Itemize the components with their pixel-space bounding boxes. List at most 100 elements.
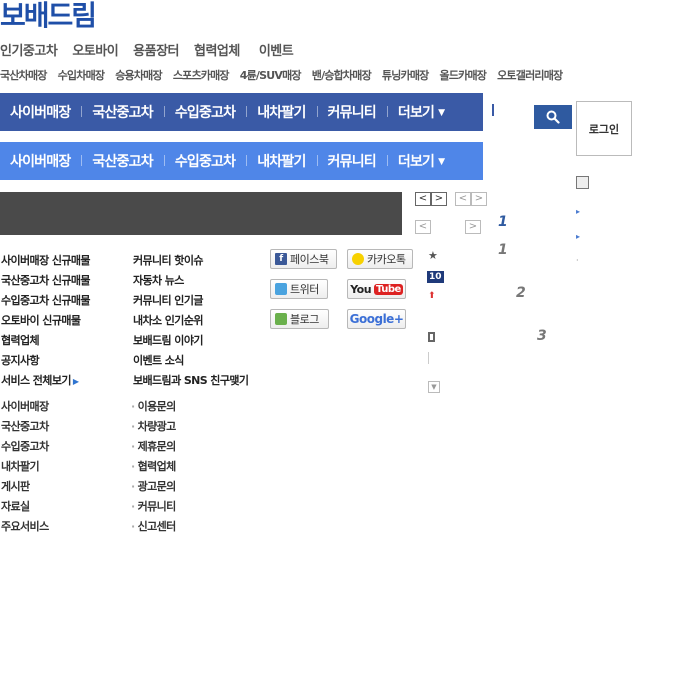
quick-link[interactable]: 국산중고차 신규매물 [1,274,91,294]
footer-link[interactable]: 국산중고차 [1,420,49,440]
search-icon [546,110,560,124]
up-arrow-icon: ⬆ [428,291,436,301]
top-nav-item-motorcycle[interactable]: 오토바이 [72,40,118,59]
dropdown-toggle[interactable]: ▼ [428,381,440,393]
next-button[interactable]: > [465,220,481,234]
quick-link[interactable]: 내차소 인기순위 [133,314,248,334]
menu-item-domestic-used[interactable]: 국산중고차 [81,102,163,122]
footer-link-label: 이용문의 [137,400,177,413]
text-cursor-mark [492,104,494,116]
bullet-icon: · [131,440,135,453]
caret-down-icon: ▼ [438,157,445,167]
footer-link[interactable]: · 커뮤니티 [131,500,176,520]
store-link[interactable]: 수입차매장 [58,67,105,83]
quick-link[interactable]: 커뮤니티 핫이슈 [133,254,248,274]
store-link[interactable]: 승용차매장 [115,67,162,83]
footer-link[interactable]: · 협력업체 [131,460,176,480]
quick-link[interactable]: 보배드림 이야기 [133,334,248,354]
top-nav-item-event[interactable]: 이벤트 [259,40,294,59]
menu-item-community[interactable]: 커뮤니티 [316,151,387,171]
menu-item-more-label: 더보기 [397,105,435,121]
footer-link-label: 제휴문의 [137,440,177,453]
remember-checkbox[interactable] [576,176,589,189]
footer-link[interactable]: · 제휴문의 [131,440,176,460]
footer-link[interactable]: 자료실 [1,500,49,520]
footer-link-label: 신고센터 [137,520,177,533]
footer-link[interactable]: 사이버매장 [1,400,49,420]
footer-link-label: 협력업체 [137,460,177,473]
main-banner[interactable] [0,192,402,235]
menu-item-imported-used[interactable]: 수입중고차 [163,102,246,122]
quick-link[interactable]: 커뮤니티 인기글 [133,294,248,314]
store-link[interactable]: 밴/승합차매장 [312,67,372,83]
facebook-icon: f [275,253,287,265]
menu-item-cyber-store[interactable]: 사이버매장 [0,102,81,122]
facebook-label: 페이스북 [290,253,329,266]
footer-link[interactable]: 주요서비스 [1,520,49,540]
blog-button[interactable]: 블로그 [270,309,329,329]
footer-link[interactable]: · 이용문의 [131,400,176,420]
menu-item-more[interactable]: 더보기 ▼ [386,102,455,122]
quick-link[interactable]: 오토바이 신규매물 [1,314,90,334]
prev-button[interactable]: < [455,192,471,206]
prev-button[interactable]: < [415,192,431,206]
quick-link[interactable]: 자동차 뉴스 [133,274,248,294]
store-link[interactable]: 오토갤러리매장 [497,67,563,83]
bullet-icon: · [576,256,579,265]
menu-item-cyber-store[interactable]: 사이버매장 [0,151,81,171]
store-category-nav: 국산차매장 수입차매장 승용차매장 스포츠카매장 4륜/SUV매장 밴/승합차매… [0,67,563,83]
footer-link[interactable]: 게시판 [1,480,49,500]
menu-item-sell-car[interactable]: 내차팔기 [246,102,316,122]
footer-link[interactable]: · 신고센터 [131,520,176,540]
store-link[interactable]: 국산차매장 [0,67,47,83]
menu-item-more[interactable]: 더보기 ▼ [386,151,455,171]
google-plus-label: Google+ [349,312,404,326]
quick-link[interactable]: 이벤트 소식 [133,354,248,374]
menu-item-sell-car[interactable]: 내차팔기 [246,151,316,171]
next-button[interactable]: > [471,192,487,206]
blog-label: 블로그 [290,313,319,326]
service-all-link[interactable]: 서비스 전체보기 ▶ [1,374,90,394]
store-link[interactable]: 올드카매장 [440,67,487,83]
prev-button[interactable]: < [415,220,431,234]
top-nav-item-popular-cars[interactable]: 인기중고차 [0,40,58,59]
bullet-icon: · [131,520,135,533]
kakaotalk-button[interactable]: 카카오톡 [347,249,413,269]
store-link[interactable]: 4륜/SUV매장 [240,67,302,83]
menu-item-community[interactable]: 커뮤니티 [316,102,387,122]
bullet-icon: · [131,400,135,413]
store-link[interactable]: 튜닝카매장 [382,67,429,83]
bullet-icon: · [131,500,135,513]
site-logo[interactable]: 보배드림 [0,0,97,34]
youtube-button[interactable]: You Tube [347,279,406,299]
google-plus-button[interactable]: Google+ [347,309,406,329]
facebook-button[interactable]: f 페이스북 [270,249,337,269]
search-button[interactable] [534,105,572,129]
footer-links-main: 사이버매장 국산중고차 수입중고차 내차팔기 게시판 자료실 주요서비스 [1,400,49,540]
next-button[interactable]: > [431,192,447,206]
footer-link[interactable]: · 광고문의 [131,480,176,500]
menu-item-domestic-used[interactable]: 국산중고차 [81,151,163,171]
login-button[interactable]: 로그인 [576,101,632,156]
footer-link[interactable]: 수입중고차 [1,440,49,460]
quick-link[interactable]: 사이버매장 신규매물 [1,254,91,274]
quick-link[interactable]: 수입중고차 신규매물 [1,294,91,314]
twitter-button[interactable]: 트위터 [270,279,328,299]
footer-link[interactable]: · 차량광고 [131,420,176,440]
blog-icon [275,313,287,325]
rank-number: 2 [516,285,526,301]
quick-links-listings: 사이버매장 신규매물 국산중고차 신규매물 수입중고차 신규매물 오토바이 신규… [1,254,91,394]
quick-link[interactable]: 보배드림과 SNS 친구맺기 [133,374,249,394]
top-nav-item-accessories[interactable]: 용품장터 [133,40,179,59]
twitter-label: 트위터 [290,283,319,296]
ranking-pager: < > [455,192,487,206]
main-menu-bar: 사이버매장 국산중고차 수입중고차 내차팔기 커뮤니티 더보기 ▼ [0,93,483,131]
footer-link[interactable]: 내차팔기 [1,460,49,480]
top-nav-item-partners[interactable]: 협력업체 [194,40,240,59]
store-link[interactable]: 스포츠카매장 [173,67,230,83]
kakaotalk-icon [352,253,364,265]
quick-link[interactable]: 공지사항 [1,354,90,374]
divider [428,352,429,364]
quick-link[interactable]: 협력업체 [1,334,90,354]
menu-item-imported-used[interactable]: 수입중고차 [163,151,246,171]
